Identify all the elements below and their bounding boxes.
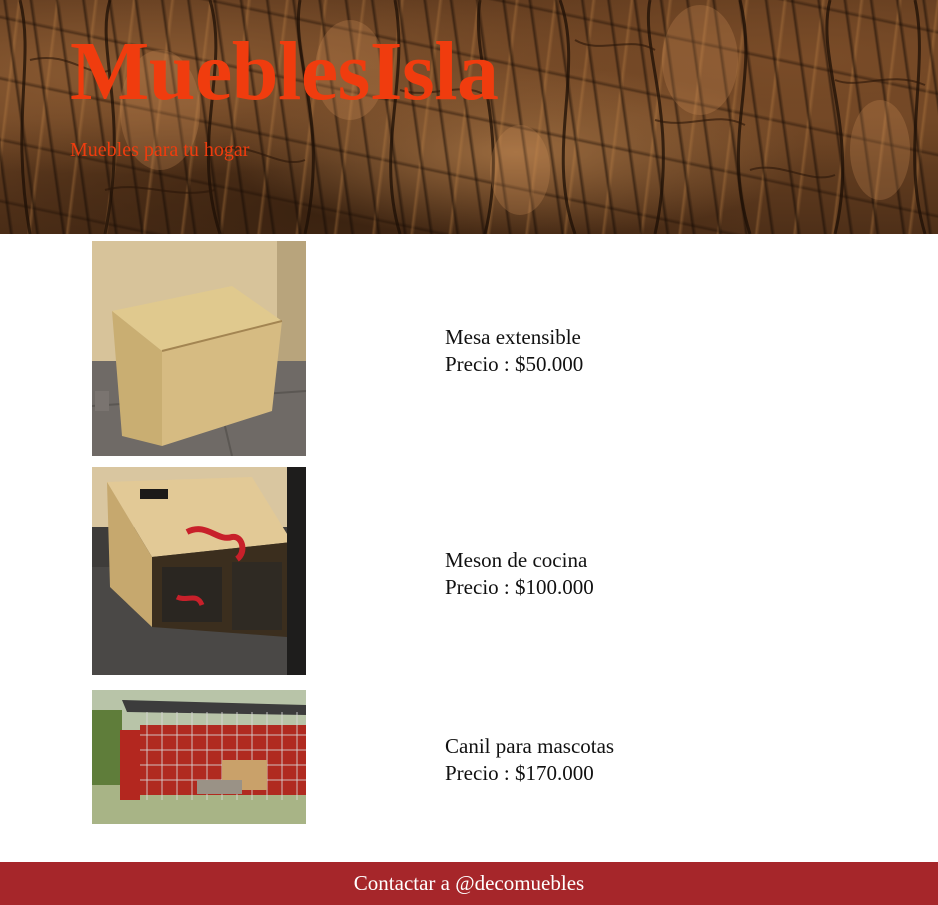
product-item: Canil para mascotas Precio : $170.000 xyxy=(0,690,938,824)
product-info: Meson de cocina Precio : $100.000 xyxy=(445,547,594,601)
contact-link[interactable]: Contactar a @decomuebles xyxy=(354,871,584,896)
product-name: Mesa extensible xyxy=(445,325,581,349)
product-item: Mesa extensible Precio : $50.000 xyxy=(0,241,938,456)
header-banner: MueblesIsla Muebles para tu hogar xyxy=(0,0,938,234)
product-photo-canil-para-mascotas xyxy=(92,690,306,824)
product-price: Precio : $100.000 xyxy=(445,575,594,599)
product-photo-mesa-extensible xyxy=(92,241,306,456)
product-name: Canil para mascotas xyxy=(445,734,615,758)
product-photo-meson-de-cocina xyxy=(92,467,306,675)
site-tagline: Muebles para tu hogar xyxy=(70,139,250,161)
site-title: MueblesIsla xyxy=(70,25,499,118)
page: MueblesIsla Muebles para tu hogar Mesa e… xyxy=(0,0,938,905)
product-price: Precio : $170.000 xyxy=(445,761,594,785)
product-item: Meson de cocina Precio : $100.000 xyxy=(0,467,938,675)
product-info: Canil para mascotas Precio : $170.000 xyxy=(445,733,614,787)
footer-bar: Contactar a @decomuebles xyxy=(0,862,938,905)
product-price: Precio : $50.000 xyxy=(445,352,584,376)
product-name: Meson de cocina xyxy=(445,548,588,572)
product-info: Mesa extensible Precio : $50.000 xyxy=(445,324,583,378)
